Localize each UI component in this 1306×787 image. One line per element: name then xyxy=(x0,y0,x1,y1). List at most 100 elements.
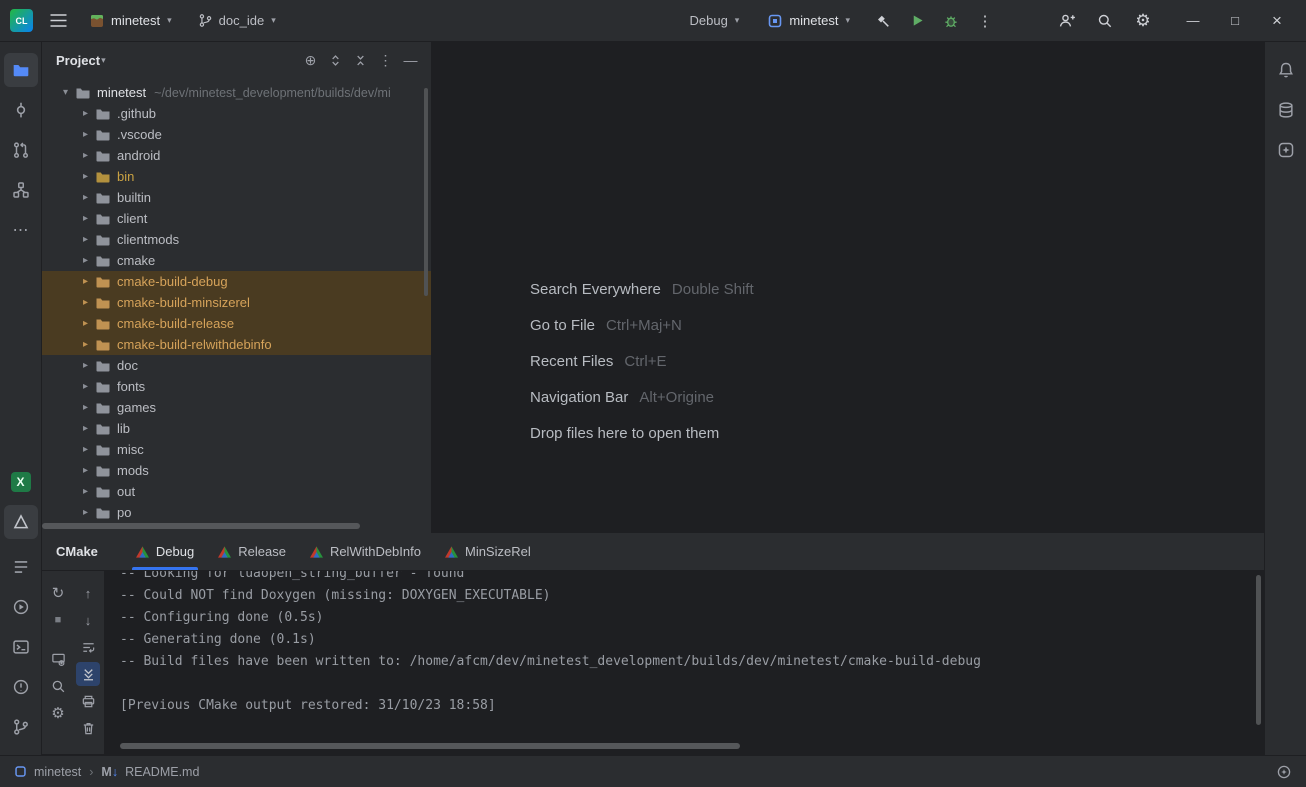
right-tool-strip xyxy=(1264,42,1306,755)
tree-item[interactable]: ▸ cmake-build-release xyxy=(42,313,431,334)
build-button[interactable] xyxy=(868,6,898,36)
prev-message-icon[interactable]: ↑ xyxy=(76,581,100,605)
shortcut-hint-row: Recent Files Ctrl+E xyxy=(530,343,754,379)
clear-all-icon[interactable] xyxy=(76,716,100,740)
console-vertical-scrollbar[interactable] xyxy=(1256,575,1261,725)
tree-item[interactable]: ▸ bin xyxy=(42,166,431,187)
ai-assistant-button[interactable] xyxy=(1269,133,1303,167)
shortcut-hint-row: Search Everywhere Double Shift xyxy=(530,271,754,307)
tree-item[interactable]: ▸ games xyxy=(42,397,431,418)
project-tree: ▾ minetest ~/dev/minetest_development/bu… xyxy=(42,82,431,523)
console-horizontal-scrollbar[interactable] xyxy=(120,743,740,749)
sidebar-project-button[interactable] xyxy=(4,53,38,87)
cmake-profile-tab[interactable]: MinSizeRel xyxy=(433,533,543,570)
tree-item[interactable]: ▸ .vscode xyxy=(42,124,431,145)
database-button[interactable] xyxy=(1269,93,1303,127)
tree-item[interactable]: ▸ client xyxy=(42,208,431,229)
main-menu-button[interactable] xyxy=(43,6,73,36)
statusbar-ai-button[interactable] xyxy=(1276,764,1292,780)
close-button[interactable]: × xyxy=(1256,0,1298,42)
tree-item[interactable]: ▸ .github xyxy=(42,103,431,124)
settings-button[interactable]: ⚙ xyxy=(1128,6,1158,36)
add-user-button[interactable] xyxy=(1052,6,1082,36)
tree-item[interactable]: ▸ misc xyxy=(42,439,431,460)
tree-item[interactable]: ▸ doc xyxy=(42,355,431,376)
tree-item[interactable]: ▸ android xyxy=(42,145,431,166)
project-selector[interactable]: minetest ▾ xyxy=(81,6,180,36)
cmake-profile-tab[interactable]: RelWithDebInfo xyxy=(298,533,433,570)
project-module-icon xyxy=(14,765,27,778)
project-more-button[interactable]: ⋮ xyxy=(373,48,398,73)
run-config-selector[interactable]: minetest ▾ xyxy=(759,6,858,36)
collapse-all-icon xyxy=(353,53,368,68)
run-mode-selector[interactable]: Debug ▾ xyxy=(681,6,747,36)
sidebar-commit-button[interactable] xyxy=(4,93,38,127)
project-vertical-scrollbar[interactable] xyxy=(424,88,428,296)
sidebar-structure-button[interactable] xyxy=(4,173,38,207)
sidebar-todo-button[interactable] xyxy=(4,550,38,584)
hide-tool-window-button[interactable]: — xyxy=(398,48,423,73)
search-console-icon[interactable] xyxy=(46,674,70,698)
breadcrumb-file[interactable]: M↓ README.md xyxy=(101,765,199,779)
tree-item[interactable]: ▸ cmake-build-minsizerel xyxy=(42,292,431,313)
run-button[interactable] xyxy=(902,6,932,36)
person-plus-icon xyxy=(1058,13,1076,29)
breadcrumb-project[interactable]: minetest xyxy=(14,765,81,779)
collapse-all-button[interactable] xyxy=(348,48,373,73)
project-title[interactable]: Project xyxy=(56,53,100,68)
tree-root-row[interactable]: ▾ minetest ~/dev/minetest_development/bu… xyxy=(42,82,431,103)
print-icon[interactable] xyxy=(76,689,100,713)
cmake-profile-tab-label: Release xyxy=(238,544,286,559)
tree-item[interactable]: ▸ mods xyxy=(42,460,431,481)
sidebar-git-button[interactable] xyxy=(4,710,38,744)
cmake-profile-tab[interactable]: Debug xyxy=(124,533,206,570)
folder-icon xyxy=(95,253,111,269)
sidebar-sheets-button[interactable]: X xyxy=(4,465,38,499)
tree-item[interactable]: ▸ clientmods xyxy=(42,229,431,250)
chevron-right-icon: ▸ xyxy=(78,444,93,455)
cmake-tool-icon xyxy=(12,513,30,531)
cmake-profile-tab[interactable]: Release xyxy=(206,533,298,570)
sidebar-pull-requests-button[interactable] xyxy=(4,133,38,167)
branch-selector[interactable]: doc_ide ▾ xyxy=(190,6,284,36)
expand-all-button[interactable] xyxy=(323,48,348,73)
tree-item[interactable]: ▸ cmake-build-relwithdebinfo xyxy=(42,334,431,355)
soft-wrap-icon[interactable] xyxy=(76,635,100,659)
sidebar-more-button[interactable]: ⋯ xyxy=(4,213,38,247)
maximize-button[interactable]: □ xyxy=(1214,0,1256,42)
chevron-right-icon: ▸ xyxy=(78,339,93,350)
folder-icon xyxy=(95,211,111,227)
tree-item[interactable]: ▸ cmake xyxy=(42,250,431,271)
sidebar-cmake-button[interactable] xyxy=(4,505,38,539)
debug-button[interactable] xyxy=(936,6,966,36)
tree-item[interactable]: ▸ po xyxy=(42,502,431,523)
locate-file-button[interactable]: ⊕ xyxy=(298,48,323,73)
notifications-button[interactable] xyxy=(1269,53,1303,87)
reload-cmake-icon[interactable]: ↻ xyxy=(46,581,70,605)
scroll-to-end-icon[interactable] xyxy=(76,662,100,686)
sidebar-run-button[interactable] xyxy=(4,590,38,624)
cmake-settings-icon[interactable] xyxy=(46,647,70,671)
cmake-console[interactable]: -- Looking for luaopen_string_buffer - f… xyxy=(104,571,1264,754)
stop-icon[interactable]: ■ xyxy=(46,608,70,632)
next-message-icon[interactable]: ↓ xyxy=(76,608,100,632)
more-vertical-icon: ⋮ xyxy=(379,52,393,69)
folder-icon xyxy=(95,421,111,437)
pull-request-icon xyxy=(12,141,30,159)
sidebar-problems-button[interactable] xyxy=(4,670,38,704)
tree-item[interactable]: ▸ builtin xyxy=(42,187,431,208)
tree-item[interactable]: ▸ out xyxy=(42,481,431,502)
console-settings-gear-icon[interactable]: ⚙ xyxy=(46,701,70,725)
tree-item[interactable]: ▸ fonts xyxy=(42,376,431,397)
more-actions-button[interactable]: ⋮ xyxy=(970,6,1000,36)
tree-item-label: mods xyxy=(117,463,149,478)
tree-item-label: games xyxy=(117,400,156,415)
project-horizontal-scrollbar[interactable] xyxy=(42,523,360,529)
sidebar-terminal-button[interactable] xyxy=(4,630,38,664)
statusbar: minetest › M↓ README.md xyxy=(0,755,1306,787)
tree-item[interactable]: ▸ lib xyxy=(42,418,431,439)
tree-item[interactable]: ▸ cmake-build-debug xyxy=(42,271,431,292)
search-button[interactable] xyxy=(1090,6,1120,36)
minimize-button[interactable]: — xyxy=(1172,0,1214,42)
tree-item-label: doc xyxy=(117,358,138,373)
